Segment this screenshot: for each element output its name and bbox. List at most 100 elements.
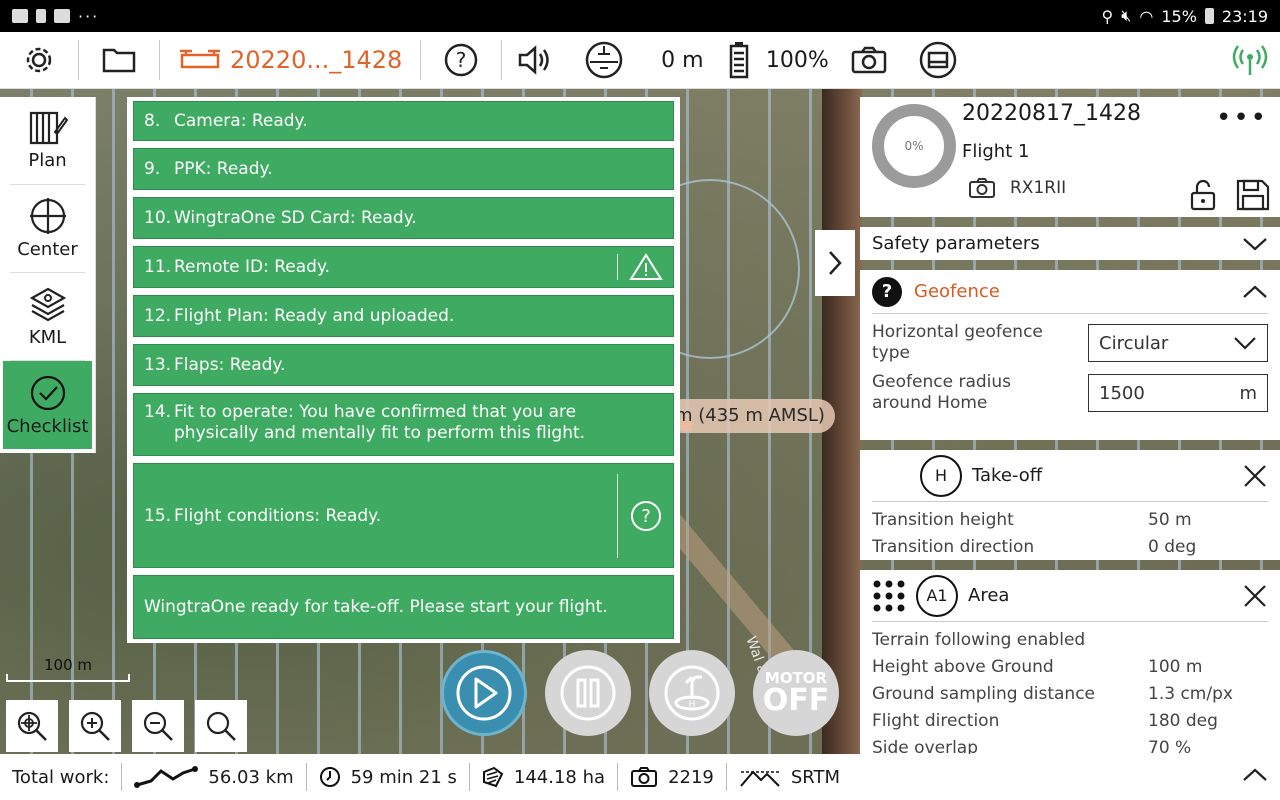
help-button[interactable]: ? — [421, 32, 501, 89]
attitude-indicator-button[interactable] — [566, 32, 642, 89]
warning-icon — [628, 253, 663, 280]
section-title: Safety parameters — [872, 233, 1040, 254]
payload-button[interactable] — [900, 32, 976, 89]
expand-summary-button[interactable] — [1242, 767, 1268, 788]
chevron-right-icon — [829, 251, 842, 275]
checklist-item[interactable]: 8. Camera: Ready. — [133, 101, 674, 141]
sidebar-item-center[interactable]: Center — [10, 185, 85, 273]
takeoff-header[interactable]: H Take-off — [872, 450, 1268, 502]
flight-number: Flight 1 — [962, 141, 1030, 162]
gear-icon — [26, 47, 52, 73]
battery-percent: 15% — [1161, 6, 1197, 26]
help-button[interactable]: ? — [617, 473, 673, 558]
left-sidebar: Plan Center KML Checklist — [0, 97, 96, 453]
flight-title: 20220817_1428 — [962, 101, 1141, 126]
zoom-in-icon — [80, 711, 110, 741]
checklist-item[interactable]: 12. Flight Plan: Ready and uploaded. — [133, 295, 674, 337]
area-badge: A1 — [916, 574, 958, 617]
area-header[interactable]: A1 Area — [872, 570, 1268, 622]
sidebar-item-kml[interactable]: KML — [10, 273, 85, 361]
property-row: Height above Ground 100 m — [872, 656, 1203, 677]
gallery-icon — [12, 9, 28, 23]
chevron-up-icon — [1243, 768, 1267, 781]
flight-name-button[interactable]: 20220..._1428 — [160, 32, 420, 89]
sidebar-item-label: Checklist — [6, 415, 89, 437]
telemetry-signal[interactable] — [1220, 32, 1280, 89]
help-icon[interactable]: ? — [872, 276, 902, 307]
zoom-out-button[interactable] — [132, 700, 184, 752]
lock-button[interactable] — [1190, 179, 1216, 215]
sidebar-item-label: KML — [28, 327, 67, 348]
zoom-in-button[interactable] — [69, 700, 121, 752]
drone-icon — [180, 49, 220, 69]
battery-icon — [730, 42, 749, 79]
flight-plan-panel: 0% 20220817_1428 Flight 1 RX1RII ••• Saf… — [860, 97, 1280, 754]
checklist-item[interactable]: 10. WingtraOne SD Card: Ready. — [133, 197, 674, 239]
panel-toggle-button[interactable] — [815, 230, 855, 296]
terrain-following: Terrain following enabled — [872, 629, 1086, 650]
safety-parameters-toggle[interactable]: Safety parameters — [860, 227, 1280, 260]
start-flight-button[interactable] — [441, 650, 527, 736]
more-notifications-icon: ··· — [78, 6, 100, 26]
svg-text:H: H — [689, 700, 696, 710]
return-home-icon: H — [664, 665, 720, 721]
search-icon — [206, 711, 236, 741]
more-options-button[interactable]: ••• — [1216, 103, 1268, 133]
help-icon: ? — [445, 43, 478, 77]
checklist-item[interactable]: 13. Flaps: Ready. — [133, 344, 674, 386]
search-button[interactable] — [195, 700, 247, 752]
progress-ring: 0% — [872, 104, 956, 188]
close-icon[interactable] — [1242, 583, 1268, 609]
svg-text:?: ? — [456, 48, 467, 72]
sound-button[interactable] — [502, 32, 566, 89]
attitude-icon — [586, 41, 623, 79]
signal-icon — [1232, 45, 1268, 75]
folder-icon — [102, 48, 136, 73]
area-item: A1 Area Terrain following enabled Height… — [860, 570, 1280, 754]
zoom-controls — [6, 700, 247, 752]
sidebar-item-checklist[interactable]: Checklist — [3, 361, 92, 449]
clock: 23:19 — [1221, 6, 1268, 26]
help-icon: ? — [630, 500, 661, 531]
chevron-down-icon — [1234, 337, 1256, 350]
zoom-to-fit-button[interactable] — [6, 700, 58, 752]
drag-handle-icon[interactable] — [872, 579, 906, 613]
divider — [468, 763, 470, 791]
geofence-header[interactable]: ? Geofence — [872, 270, 1268, 314]
area-icon — [482, 766, 504, 788]
checklist-item[interactable]: 15. Flight conditions: Ready. ? — [133, 463, 674, 568]
property-row: Transition height 50 m — [872, 509, 1192, 530]
settings-button[interactable] — [0, 32, 78, 89]
divider — [617, 763, 619, 791]
checklist-item[interactable]: 11. Remote ID: Ready. — [133, 246, 674, 288]
camera-model[interactable]: RX1RII — [968, 177, 1066, 199]
chevron-up-icon — [1243, 285, 1267, 298]
summary-bar: Total work: 56.03 km 59 min 21 s 144.18 … — [0, 754, 1280, 800]
return-home-button[interactable]: H — [649, 650, 735, 736]
motor-toggle-button[interactable]: MOTOR OFF — [753, 650, 839, 736]
camera-button[interactable] — [838, 32, 900, 89]
geofence-type-select[interactable]: Circular — [1088, 324, 1268, 362]
close-icon[interactable] — [1242, 463, 1268, 489]
altitude-readout: 0 m — [661, 47, 704, 73]
zoom-fit-icon — [17, 711, 47, 741]
save-button[interactable] — [1236, 179, 1270, 215]
checklist-item[interactable]: 9. PPK: Ready. — [133, 148, 674, 190]
sidebar-item-plan[interactable]: Plan — [10, 97, 85, 185]
open-folder-button[interactable] — [79, 32, 159, 89]
geofence-radius-input[interactable]: 1500 m — [1088, 374, 1268, 412]
flight-name: 20220..._1428 — [230, 46, 403, 74]
area-title: Area — [968, 585, 1010, 606]
divider — [725, 763, 727, 791]
clock-icon — [319, 767, 340, 787]
pause-flight-button[interactable] — [545, 650, 631, 736]
camera-icon — [852, 46, 887, 74]
check-circle-icon — [30, 375, 65, 410]
total-area: 144.18 ha — [482, 766, 605, 788]
ready-message: WingtraOne ready for take-off. Please st… — [133, 575, 674, 639]
camera-icon — [631, 767, 658, 787]
warning-button[interactable] — [617, 253, 673, 280]
checklist-item[interactable]: 14. Fit to operate: You have confirmed t… — [133, 393, 674, 456]
divider — [305, 763, 307, 791]
geofence-type-row: Horizontal geofence type Circular — [872, 322, 1268, 364]
